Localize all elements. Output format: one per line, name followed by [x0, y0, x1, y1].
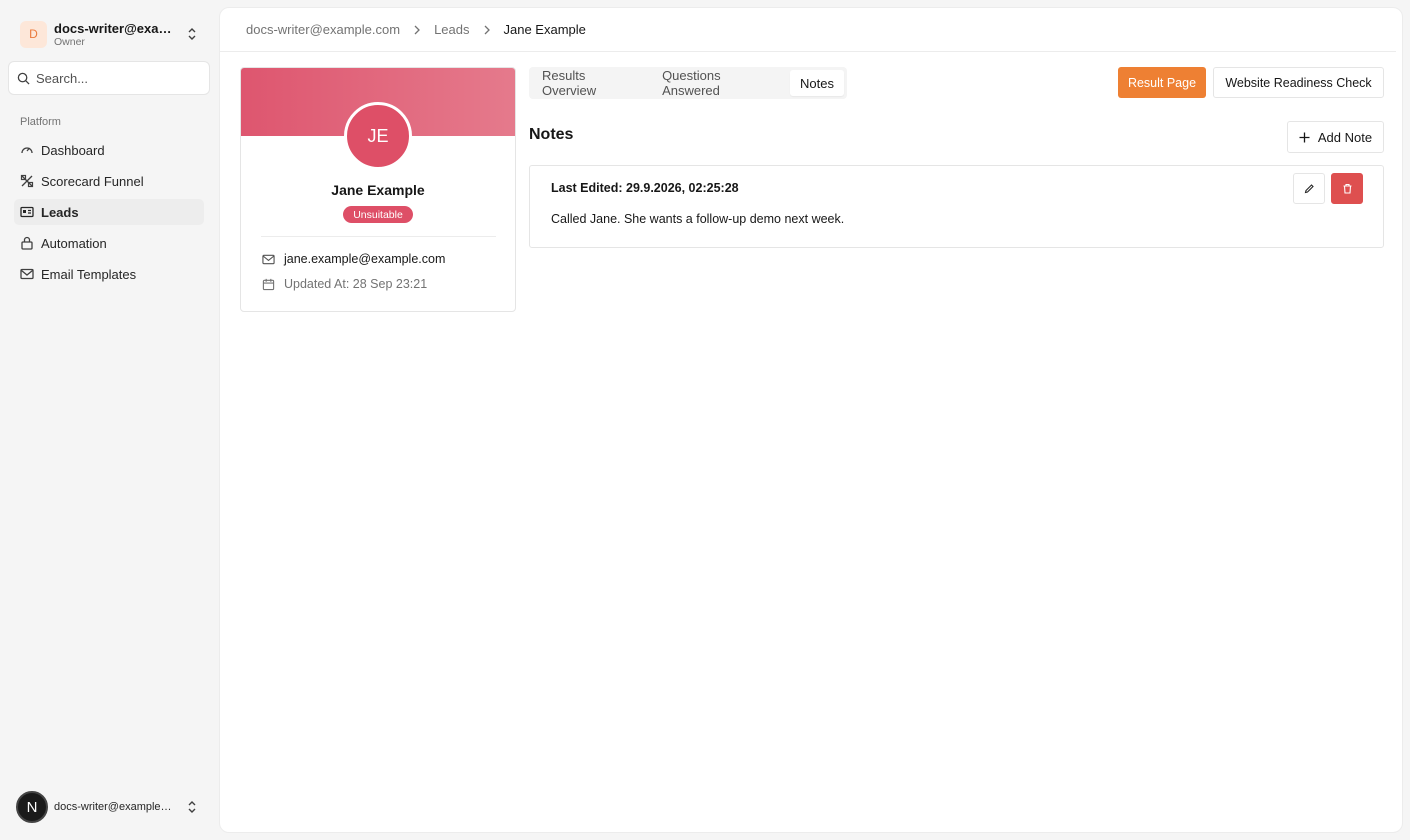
search-input[interactable]	[36, 70, 196, 86]
lead-avatar: JE	[344, 102, 412, 170]
sidebar-item-leads[interactable]: Leads	[14, 199, 204, 225]
note-item: Last Edited: 29.9.2026, 02:25:28 Called …	[529, 165, 1384, 248]
breadcrumb-leads[interactable]: Leads	[434, 22, 469, 37]
id-card-icon	[20, 206, 34, 218]
sidebar-nav: Dashboard Scorecard Funnel Leads Automat…	[14, 137, 204, 292]
edit-note-button[interactable]	[1293, 173, 1325, 204]
note-text: Called Jane. She wants a follow-up demo …	[551, 212, 845, 226]
mail-icon	[262, 254, 275, 264]
sidebar-item-label: Scorecard Funnel	[41, 173, 144, 189]
status-badge: Unsuitable	[343, 206, 413, 223]
add-note-label: Add Note	[1317, 129, 1373, 145]
calendar-icon	[262, 278, 275, 290]
sidebar-item-label: Automation	[41, 235, 107, 251]
pencil-icon	[1304, 184, 1314, 194]
main-content: docs-writer@example.com Leads Jane Examp…	[219, 7, 1403, 833]
divider	[261, 236, 496, 237]
user-switcher[interactable]: N docs-writer@example.com	[16, 791, 200, 823]
lead-updated-row: Updated At: 28 Sep 23:21	[262, 277, 427, 291]
user-avatar: N	[16, 791, 48, 823]
notes-heading: Notes	[529, 126, 574, 143]
breadcrumb-workspace[interactable]: docs-writer@example.com	[246, 22, 400, 37]
lead-name: Jane Example	[331, 182, 425, 198]
workspace-avatar: D	[20, 20, 47, 48]
chevrons-up-down-icon	[188, 28, 196, 40]
website-readiness-check-button[interactable]: Website Readiness Check	[1213, 67, 1384, 98]
tab-results-overview[interactable]: Results Overview	[532, 68, 652, 98]
lock-icon	[21, 236, 33, 250]
tab-questions-answered[interactable]: Questions Answered	[652, 68, 790, 98]
workspace-switcher[interactable]: D docs-writer@example.com Owner	[20, 19, 210, 49]
breadcrumb: docs-writer@example.com Leads Jane Examp…	[220, 8, 1396, 52]
breadcrumb-current: Jane Example	[503, 22, 586, 37]
chevron-right-icon	[484, 25, 490, 34]
sidebar-item-email-templates[interactable]: Email Templates	[14, 261, 204, 287]
delete-note-button[interactable]	[1331, 173, 1363, 204]
sidebar-item-label: Email Templates	[41, 266, 137, 282]
trash-icon	[1343, 183, 1351, 194]
tab-notes[interactable]: Notes	[790, 70, 844, 96]
lead-email: jane.example@example.com	[284, 252, 446, 266]
funnel-icon	[20, 174, 34, 188]
sidebar-item-scorecard-funnel[interactable]: Scorecard Funnel	[14, 168, 204, 194]
lead-profile-card: JE Jane Example Unsuitable jane.example@…	[240, 67, 516, 312]
gauge-icon	[21, 147, 33, 154]
search-box[interactable]	[8, 61, 210, 95]
lead-updated-at: Updated At: 28 Sep 23:21	[284, 277, 428, 291]
lead-tabs: Results Overview Questions Answered Note…	[529, 67, 847, 99]
add-note-button[interactable]: Add Note	[1287, 121, 1384, 153]
workspace-name: docs-writer@example.com	[54, 20, 179, 36]
workspace-role: Owner	[54, 35, 85, 48]
chevron-right-icon	[414, 25, 420, 34]
result-page-button[interactable]: Result Page	[1118, 67, 1206, 98]
mail-icon	[20, 268, 34, 280]
lead-email-row: jane.example@example.com	[262, 252, 445, 266]
sidebar-item-automation[interactable]: Automation	[14, 230, 204, 256]
note-last-edited: Last Edited: 29.9.2026, 02:25:28	[551, 181, 739, 195]
workspace-info: docs-writer@example.com Owner	[54, 21, 179, 48]
user-email: docs-writer@example.com	[54, 801, 174, 813]
chevrons-up-down-icon	[188, 801, 196, 813]
sidebar-item-dashboard[interactable]: Dashboard	[14, 137, 204, 163]
sidebar-item-label: Dashboard	[41, 142, 105, 158]
plus-icon	[1299, 132, 1310, 142]
platform-group-label: Platform	[20, 116, 61, 128]
sidebar: D docs-writer@example.com Owner Platform…	[0, 0, 218, 840]
sidebar-item-label: Leads	[41, 204, 79, 220]
search-icon	[17, 72, 30, 85]
